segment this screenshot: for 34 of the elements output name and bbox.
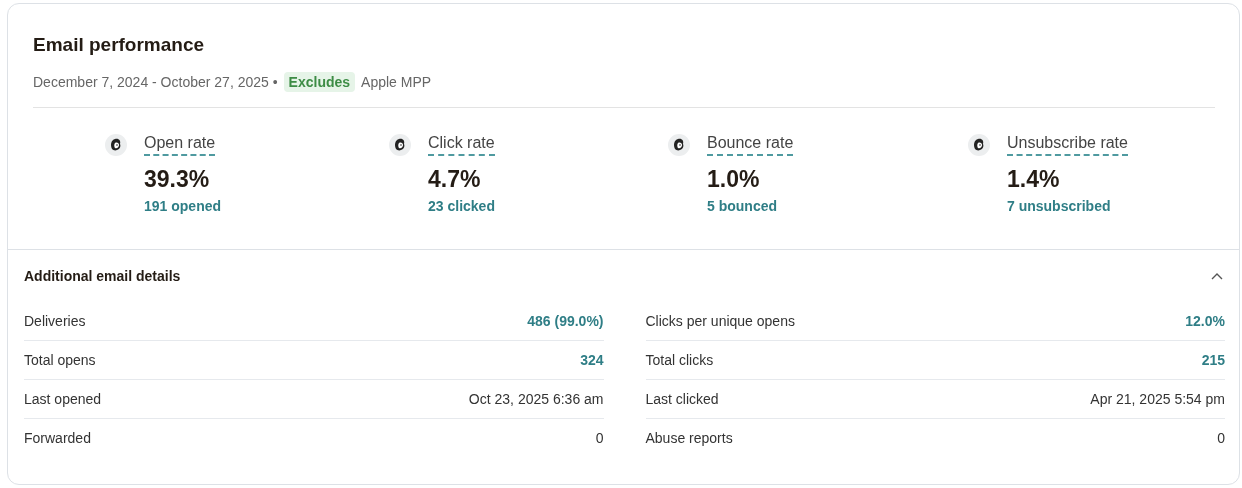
detail-label: Forwarded bbox=[24, 430, 91, 446]
metric-link[interactable]: 191 opened bbox=[144, 198, 222, 214]
metric-value: 4.7% bbox=[428, 166, 481, 193]
detail-value: Apr 21, 2025 5:54 pm bbox=[1090, 391, 1225, 407]
metric-label[interactable]: Unsubscribe rate bbox=[1007, 134, 1128, 156]
metric-link[interactable]: 23 clicked bbox=[428, 198, 495, 214]
filter-badge: Excludes bbox=[283, 72, 356, 92]
metric-label[interactable]: Bounce rate bbox=[707, 134, 794, 156]
filter-label: Apple MPP bbox=[361, 74, 432, 90]
detail-label: Total clicks bbox=[645, 352, 714, 368]
card-title: Email performance bbox=[33, 34, 206, 56]
detail-link[interactable]: 486 (99.0%) bbox=[527, 313, 604, 329]
detail-label: Last clicked bbox=[645, 391, 719, 407]
detail-label: Abuse reports bbox=[645, 430, 733, 446]
detail-link[interactable]: 324 bbox=[580, 352, 604, 368]
detail-value: Oct 23, 2025 6:36 am bbox=[468, 391, 604, 407]
chevron-icon bbox=[1211, 272, 1223, 280]
detail-link[interactable]: 215 bbox=[1201, 352, 1225, 368]
metric-label[interactable]: Click rate bbox=[428, 134, 495, 156]
metric-link[interactable]: 7 unsubscribed bbox=[1007, 198, 1111, 214]
detail-value: 0 bbox=[1217, 430, 1225, 446]
detail-label: Clicks per unique opens bbox=[645, 313, 795, 329]
detail-label: Deliveries bbox=[24, 313, 86, 329]
metric-label[interactable]: Open rate bbox=[144, 134, 216, 156]
detail-value: 0 bbox=[595, 430, 604, 446]
metric-value: 39.3% bbox=[144, 166, 210, 193]
metric-link[interactable]: 5 bounced bbox=[707, 198, 777, 214]
detail-link[interactable]: 12.0% bbox=[1185, 313, 1225, 329]
detail-label: Last opened bbox=[24, 391, 102, 407]
metric-value: 1.0% bbox=[707, 166, 760, 193]
detail-label: Total opens bbox=[24, 352, 96, 368]
section-title: Additional email details bbox=[24, 268, 181, 284]
date-range: December 7, 2024 - October 27, 2025 • bbox=[33, 74, 278, 90]
metric-value: 1.4% bbox=[1007, 166, 1060, 193]
